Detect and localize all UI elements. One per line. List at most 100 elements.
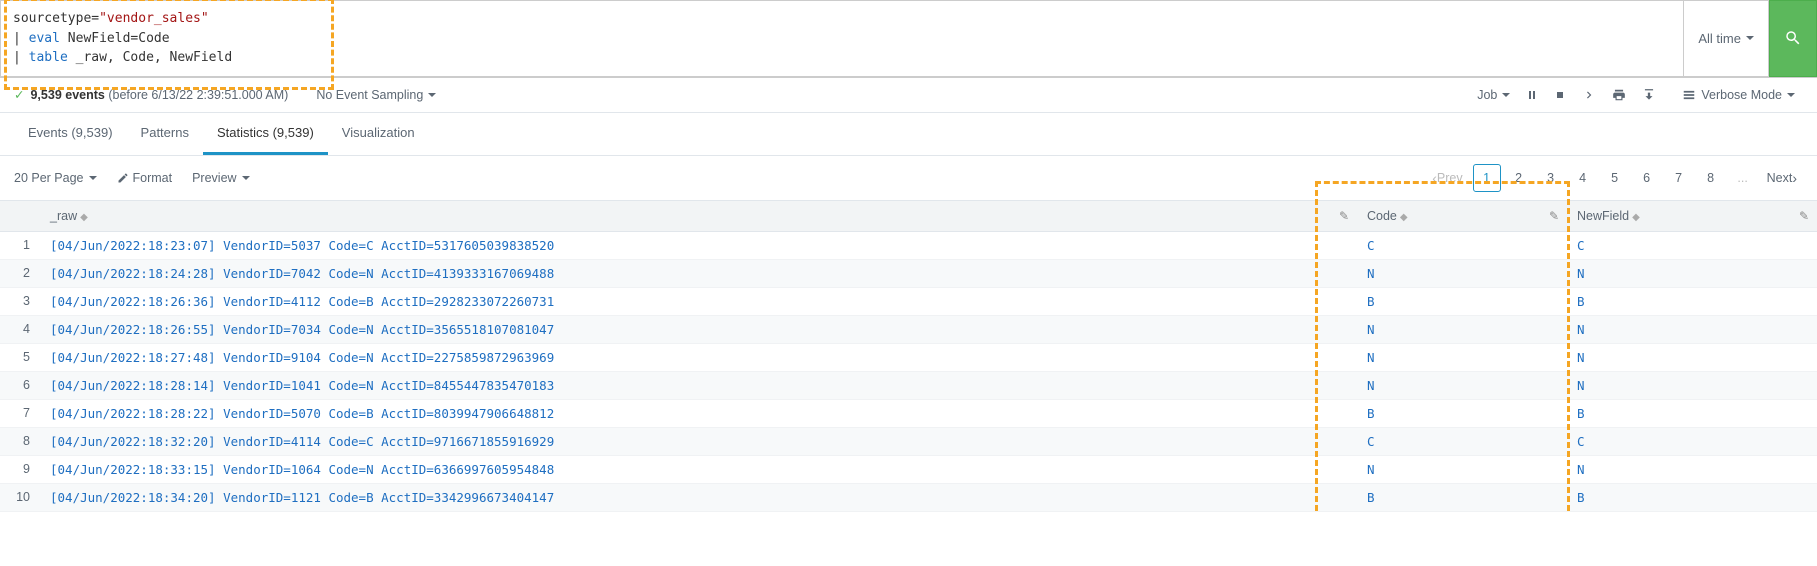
page-8[interactable]: 8 (1697, 164, 1725, 192)
page-4[interactable]: 4 (1569, 164, 1597, 192)
event-summary-bar: ✓ 9,539 events (before 6/13/22 2:39:51.0… (0, 78, 1817, 113)
cell-raw[interactable]: [04/Jun/2022:18:34:20] VendorID=1121 Cod… (40, 483, 1357, 511)
print-icon (1612, 88, 1626, 102)
cell-newfield[interactable]: N (1567, 455, 1817, 483)
table-row: 9[04/Jun/2022:18:33:15] VendorID=1064 Co… (0, 455, 1817, 483)
table-row: 4[04/Jun/2022:18:26:55] VendorID=7034 Co… (0, 315, 1817, 343)
export-button[interactable] (1634, 84, 1664, 106)
cell-raw[interactable]: [04/Jun/2022:18:24:28] VendorID=7042 Cod… (40, 259, 1357, 287)
stop-icon (1554, 89, 1566, 101)
prev-page[interactable]: ‹ Prev (1426, 164, 1468, 192)
cell-code[interactable]: N (1357, 259, 1567, 287)
table-row: 6[04/Jun/2022:18:28:14] VendorID=1041 Co… (0, 371, 1817, 399)
pagination: ‹ Prev 1 2 3 4 5 6 7 8 ... Next › (1422, 164, 1803, 192)
preview-dropdown[interactable]: Preview (192, 171, 249, 185)
cell-newfield[interactable]: N (1567, 315, 1817, 343)
pause-icon (1526, 89, 1538, 101)
search-button[interactable] (1769, 0, 1817, 77)
page-3[interactable]: 3 (1537, 164, 1565, 192)
cell-code[interactable]: B (1357, 287, 1567, 315)
cell-newfield[interactable]: C (1567, 231, 1817, 259)
cell-raw[interactable]: [04/Jun/2022:18:33:15] VendorID=1064 Cod… (40, 455, 1357, 483)
pencil-icon (117, 172, 129, 184)
pencil-icon[interactable]: ✎ (1339, 209, 1349, 223)
row-number: 9 (0, 455, 40, 483)
cell-raw[interactable]: [04/Jun/2022:18:32:20] VendorID=4114 Cod… (40, 427, 1357, 455)
row-number: 5 (0, 343, 40, 371)
share-icon (1582, 88, 1596, 102)
page-2[interactable]: 2 (1505, 164, 1533, 192)
table-row: 10[04/Jun/2022:18:34:20] VendorID=1121 C… (0, 483, 1817, 511)
search-input[interactable]: sourcetype="vendor_sales" | eval NewFiel… (0, 0, 1684, 77)
row-number: 1 (0, 231, 40, 259)
tab-visualization[interactable]: Visualization (328, 113, 429, 155)
tab-statistics[interactable]: Statistics (9,539) (203, 113, 328, 155)
per-page-dropdown[interactable]: 20 Per Page (14, 171, 97, 185)
page-5[interactable]: 5 (1601, 164, 1629, 192)
event-count: 9,539 events (30, 88, 104, 102)
cell-code[interactable]: N (1357, 343, 1567, 371)
row-number: 2 (0, 259, 40, 287)
cell-code[interactable]: N (1357, 455, 1567, 483)
cell-code[interactable]: C (1357, 427, 1567, 455)
col-header-raw[interactable]: _raw◆ ✎ (40, 201, 1357, 232)
table-row: 5[04/Jun/2022:18:27:48] VendorID=9104 Co… (0, 343, 1817, 371)
sort-icon: ◆ (1400, 212, 1408, 223)
cell-newfield[interactable]: N (1567, 343, 1817, 371)
cell-code[interactable]: C (1357, 231, 1567, 259)
page-ellipsis: ... (1729, 164, 1757, 192)
cell-code[interactable]: B (1357, 483, 1567, 511)
page-6[interactable]: 6 (1633, 164, 1661, 192)
cell-newfield[interactable]: B (1567, 483, 1817, 511)
share-button[interactable] (1574, 84, 1604, 106)
cell-newfield[interactable]: B (1567, 399, 1817, 427)
cell-raw[interactable]: [04/Jun/2022:18:28:22] VendorID=5070 Cod… (40, 399, 1357, 427)
cell-newfield[interactable]: B (1567, 287, 1817, 315)
cell-code[interactable]: N (1357, 371, 1567, 399)
cell-raw[interactable]: [04/Jun/2022:18:23:07] VendorID=5037 Cod… (40, 231, 1357, 259)
table-row: 8[04/Jun/2022:18:32:20] VendorID=4114 Co… (0, 427, 1817, 455)
cell-newfield[interactable]: N (1567, 371, 1817, 399)
cell-raw[interactable]: [04/Jun/2022:18:26:36] VendorID=4112 Cod… (40, 287, 1357, 315)
row-number: 10 (0, 483, 40, 511)
pause-button[interactable] (1518, 85, 1546, 105)
search-icon (1784, 29, 1802, 47)
cell-raw[interactable]: [04/Jun/2022:18:27:48] VendorID=9104 Cod… (40, 343, 1357, 371)
pencil-icon[interactable]: ✎ (1549, 209, 1559, 223)
time-range-picker[interactable]: All time (1684, 0, 1769, 77)
table-row: 2[04/Jun/2022:18:24:28] VendorID=7042 Co… (0, 259, 1817, 287)
col-header-code[interactable]: Code◆ ✎ (1357, 201, 1567, 232)
cell-code[interactable]: B (1357, 399, 1567, 427)
job-dropdown[interactable]: Job (1469, 84, 1518, 106)
event-range: (before 6/13/22 2:39:51.000 AM) (108, 88, 288, 102)
mode-icon (1682, 88, 1696, 102)
cell-raw[interactable]: [04/Jun/2022:18:28:14] VendorID=1041 Cod… (40, 371, 1357, 399)
cell-newfield[interactable]: C (1567, 427, 1817, 455)
table-row: 1[04/Jun/2022:18:23:07] VendorID=5037 Co… (0, 231, 1817, 259)
cell-raw[interactable]: [04/Jun/2022:18:26:55] VendorID=7034 Cod… (40, 315, 1357, 343)
format-dropdown[interactable]: Format (117, 171, 173, 185)
col-header-newfield[interactable]: NewField◆ ✎ (1567, 201, 1817, 232)
page-1[interactable]: 1 (1473, 164, 1501, 192)
row-number: 6 (0, 371, 40, 399)
row-number: 7 (0, 399, 40, 427)
stop-button[interactable] (1546, 85, 1574, 105)
event-sampling-dropdown[interactable]: No Event Sampling (308, 84, 444, 106)
mode-dropdown[interactable]: Verbose Mode (1674, 84, 1803, 106)
sort-icon: ◆ (80, 212, 88, 223)
cell-newfield[interactable]: N (1567, 259, 1817, 287)
page-7[interactable]: 7 (1665, 164, 1693, 192)
print-button[interactable] (1604, 84, 1634, 106)
time-range-label: All time (1698, 31, 1741, 46)
row-number: 4 (0, 315, 40, 343)
sort-icon: ◆ (1632, 212, 1640, 223)
row-number: 3 (0, 287, 40, 315)
cell-code[interactable]: N (1357, 315, 1567, 343)
col-header-rownum (0, 201, 40, 232)
tab-patterns[interactable]: Patterns (127, 113, 203, 155)
results-toolbar: 20 Per Page Format Preview ‹ Prev 1 2 3 … (0, 156, 1817, 201)
check-icon: ✓ (14, 87, 24, 102)
tab-events[interactable]: Events (9,539) (14, 113, 127, 155)
pencil-icon[interactable]: ✎ (1799, 209, 1809, 223)
next-page[interactable]: Next › (1761, 164, 1803, 192)
